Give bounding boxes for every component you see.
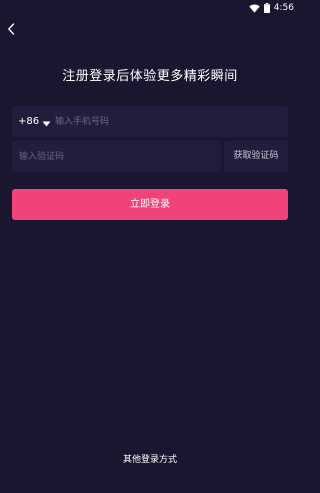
status-bar-right: 4:56	[249, 2, 294, 14]
other-login-link[interactable]: 其他登录方式	[0, 454, 300, 466]
country-code-label: +86	[18, 116, 40, 127]
code-field-row: 获取验证码	[12, 141, 288, 172]
verification-code-input[interactable]	[19, 141, 215, 172]
get-code-button[interactable]: 获取验证码	[224, 141, 288, 172]
chevron-left-icon	[7, 20, 15, 39]
code-input-wrapper	[12, 141, 221, 172]
login-button[interactable]: 立即登录	[12, 189, 288, 220]
country-code-selector[interactable]: +86	[18, 106, 51, 137]
battery-icon	[263, 3, 270, 13]
phone-field-row: +86	[12, 106, 288, 137]
back-button[interactable]	[3, 20, 19, 38]
page-title: 注册登录后体验更多精彩瞬间	[62, 69, 238, 84]
phone-number-input[interactable]	[55, 106, 280, 137]
status-time: 4:56	[273, 3, 294, 13]
status-bar: 4:56	[0, 0, 300, 16]
wifi-icon	[249, 4, 260, 13]
caret-down-icon	[42, 112, 51, 131]
